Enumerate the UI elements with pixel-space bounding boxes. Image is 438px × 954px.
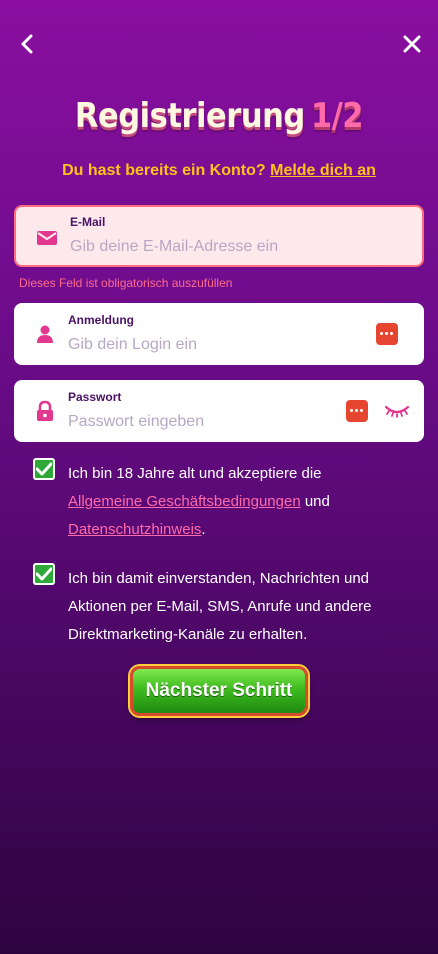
terms-mid: und	[304, 493, 330, 510]
step-indicator: 1/2	[310, 96, 364, 136]
close-button[interactable]	[398, 30, 426, 58]
terms-link[interactable]: Allgemeine Geschäftsbedingungen	[68, 493, 301, 510]
eye-closed-icon[interactable]	[384, 402, 410, 420]
login-prompt: Du hast bereits ein Konto? Melde dich an	[0, 162, 438, 180]
page-title-text: Registrierung	[74, 96, 305, 136]
password-options-button[interactable]	[346, 400, 368, 422]
terms-text: Ich bin 18 Jahre alt und akzeptiere die …	[68, 460, 408, 544]
next-step-button[interactable]: Nächster Schritt	[130, 666, 308, 716]
lock-icon	[37, 400, 53, 421]
password-label: Passwort	[68, 390, 122, 404]
login-link[interactable]: Melde dich an	[270, 162, 376, 179]
terms-suffix: .	[201, 521, 206, 538]
terms-prefix: Ich bin 18 Jahre alt und akzeptiere die	[68, 465, 322, 482]
email-input[interactable]	[70, 235, 330, 259]
email-label: E-Mail	[70, 215, 106, 229]
page-title: Registrierung 1/2	[0, 96, 438, 136]
login-field: Anmeldung	[14, 303, 424, 365]
user-icon	[37, 325, 53, 343]
password-field: Passwort	[14, 380, 424, 442]
login-input[interactable]	[68, 333, 328, 357]
login-prompt-text: Du hast bereits ein Konto?	[62, 162, 266, 179]
close-icon	[403, 35, 421, 53]
login-options-button[interactable]	[376, 323, 398, 345]
password-input[interactable]	[68, 410, 328, 434]
checkmark-icon	[36, 567, 52, 581]
back-button[interactable]	[14, 30, 42, 58]
back-arrow-icon	[21, 34, 33, 54]
envelope-icon	[37, 231, 57, 245]
marketing-text: Ich bin damit einverstanden, Nachrichten…	[68, 570, 372, 643]
terms-checkbox[interactable]	[33, 458, 55, 480]
checkmark-icon	[36, 462, 52, 476]
email-error-message: Dieses Feld ist obligatorisch auszufülle…	[19, 276, 233, 290]
marketing-checkbox[interactable]	[33, 563, 55, 585]
privacy-link[interactable]: Datenschutzhinweis	[68, 521, 201, 538]
login-label: Anmeldung	[68, 313, 134, 327]
email-field: E-Mail	[14, 205, 424, 267]
